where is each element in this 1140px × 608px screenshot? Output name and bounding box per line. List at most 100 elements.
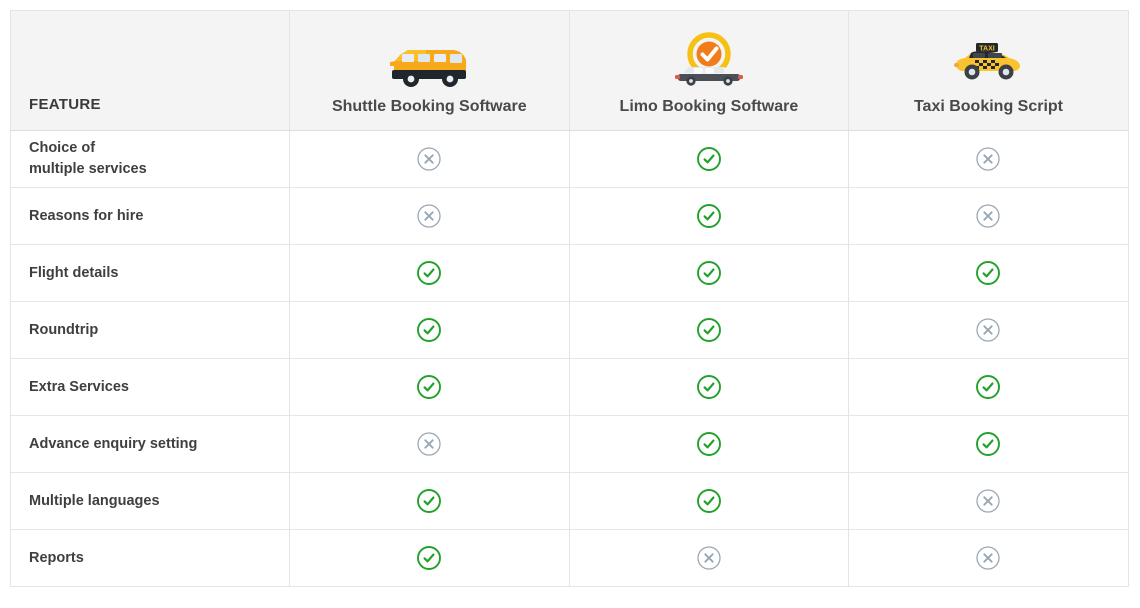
cross-circle-icon-svg bbox=[417, 204, 441, 228]
status-cell bbox=[569, 301, 850, 359]
status-cell bbox=[848, 130, 1129, 188]
cross-circle-icon-svg bbox=[976, 147, 1001, 171]
table-row: Choice of multiple services bbox=[10, 130, 1129, 188]
svg-text:TAXI: TAXI bbox=[980, 45, 995, 52]
check-circle-icon-svg bbox=[696, 261, 721, 285]
table-row: Multiple languages bbox=[10, 472, 1129, 530]
feature-name-cell: Flight details bbox=[10, 244, 290, 302]
check-circle-icon bbox=[696, 488, 722, 514]
feature-label-line2: multiple services bbox=[29, 161, 147, 177]
check-circle-icon-svg bbox=[696, 318, 721, 342]
feature-label-line1: Extra Services bbox=[29, 378, 129, 395]
status-cell bbox=[289, 415, 570, 473]
check-circle-icon-svg bbox=[696, 432, 721, 456]
cross-circle-icon-svg bbox=[976, 489, 1001, 513]
feature-name-cell: Reasons for hire bbox=[10, 187, 290, 245]
status-cell bbox=[848, 472, 1129, 530]
status-cell bbox=[848, 529, 1129, 587]
table-row: Roundtrip bbox=[10, 301, 1129, 359]
cross-circle-icon-svg bbox=[976, 546, 1001, 570]
cross-circle-icon bbox=[975, 203, 1001, 229]
check-circle-icon-svg bbox=[976, 375, 1001, 399]
cross-circle-icon-svg bbox=[976, 318, 1001, 342]
table-body: Choice of multiple services Reasons for hi… bbox=[10, 130, 1129, 587]
check-circle-icon-svg bbox=[417, 375, 442, 399]
feature-label-line1: Reports bbox=[29, 549, 84, 566]
shuttle-bus-icon-svg bbox=[390, 49, 467, 87]
cross-circle-icon bbox=[696, 545, 722, 571]
check-circle-icon-svg bbox=[976, 432, 1001, 456]
status-cell bbox=[569, 244, 850, 302]
feature-name-cell: Extra Services bbox=[10, 358, 290, 416]
status-cell bbox=[848, 301, 1129, 359]
check-circle-icon bbox=[696, 374, 722, 400]
check-circle-icon-svg bbox=[417, 261, 442, 285]
table-row: Reasons for hire bbox=[10, 187, 1129, 245]
status-cell bbox=[289, 244, 570, 302]
cross-circle-icon bbox=[975, 146, 1001, 172]
check-circle-icon bbox=[696, 431, 722, 457]
check-circle-icon bbox=[416, 374, 442, 400]
status-cell bbox=[289, 472, 570, 530]
cross-circle-icon-svg bbox=[976, 204, 1001, 228]
column-header-taxi[interactable]: TAXI Taxi Booking Script bbox=[848, 10, 1129, 131]
cross-circle-icon-svg bbox=[417, 147, 441, 171]
cross-circle-icon bbox=[975, 317, 1001, 343]
status-cell bbox=[569, 130, 850, 188]
column-header-limo[interactable]: Limo Booking Software bbox=[569, 10, 850, 131]
taxi-cab-icon: TAXI bbox=[855, 31, 1122, 89]
feature-name-cell: Multiple languages bbox=[10, 472, 290, 530]
feature-name-cell: Roundtrip bbox=[10, 301, 290, 359]
cross-circle-icon bbox=[416, 146, 442, 172]
check-circle-icon-svg bbox=[417, 318, 442, 342]
check-circle-icon bbox=[416, 317, 442, 343]
feature-label-line1: Reasons for hire bbox=[29, 207, 144, 224]
comparison-table-page: FEATURE Shuttle Booking Software Limo Bo… bbox=[0, 0, 1140, 608]
cross-circle-icon bbox=[975, 488, 1001, 514]
status-cell bbox=[569, 187, 850, 245]
table-row: Advance enquiry setting bbox=[10, 415, 1129, 473]
status-cell bbox=[289, 529, 570, 587]
table-row: Reports bbox=[10, 529, 1129, 587]
column-header-shuttle-label: Shuttle Booking Software bbox=[331, 97, 527, 115]
cross-circle-icon bbox=[416, 431, 442, 457]
column-header-taxi-label: Taxi Booking Script bbox=[913, 97, 1064, 115]
feature-label-line1: Advance enquiry setting bbox=[29, 435, 198, 452]
cross-circle-icon bbox=[975, 545, 1001, 571]
check-circle-icon-svg bbox=[976, 261, 1001, 285]
status-cell bbox=[289, 358, 570, 416]
check-circle-icon bbox=[696, 260, 722, 286]
status-cell bbox=[848, 187, 1129, 245]
check-circle-icon-svg bbox=[696, 204, 721, 228]
status-cell bbox=[289, 130, 570, 188]
status-cell bbox=[569, 472, 850, 530]
check-circle-icon-svg bbox=[417, 489, 442, 513]
feature-column-header: FEATURE bbox=[10, 10, 290, 131]
column-header-shuttle[interactable]: Shuttle Booking Software bbox=[289, 10, 570, 131]
feature-label-line1: Choice of bbox=[29, 140, 96, 157]
shuttle-bus-icon bbox=[296, 31, 563, 89]
check-circle-icon-svg bbox=[696, 375, 721, 399]
check-circle-icon bbox=[416, 545, 442, 571]
check-circle-icon-svg bbox=[696, 489, 721, 513]
check-circle-icon bbox=[696, 317, 722, 343]
status-cell bbox=[569, 529, 850, 587]
feature-column-header-label: FEATURE bbox=[29, 96, 101, 113]
feature-comparison-table: FEATURE Shuttle Booking Software Limo Bo… bbox=[10, 10, 1129, 587]
taxi-cab-icon-svg: TAXI bbox=[954, 42, 1021, 80]
feature-label-line1: Flight details bbox=[29, 264, 119, 281]
check-circle-icon bbox=[416, 488, 442, 514]
status-cell bbox=[848, 244, 1129, 302]
feature-name-cell: Reports bbox=[10, 529, 290, 587]
status-cell bbox=[289, 301, 570, 359]
check-circle-icon bbox=[975, 260, 1001, 286]
table-row: Flight details bbox=[10, 244, 1129, 302]
feature-name-cell: Choice of multiple services bbox=[10, 130, 290, 188]
feature-name-cell: Advance enquiry setting bbox=[10, 415, 290, 473]
status-cell bbox=[569, 358, 850, 416]
cross-circle-icon bbox=[416, 203, 442, 229]
check-circle-icon bbox=[975, 374, 1001, 400]
feature-label-line1: Multiple languages bbox=[29, 492, 160, 509]
check-circle-icon-svg bbox=[696, 147, 721, 171]
check-circle-icon bbox=[696, 203, 722, 229]
